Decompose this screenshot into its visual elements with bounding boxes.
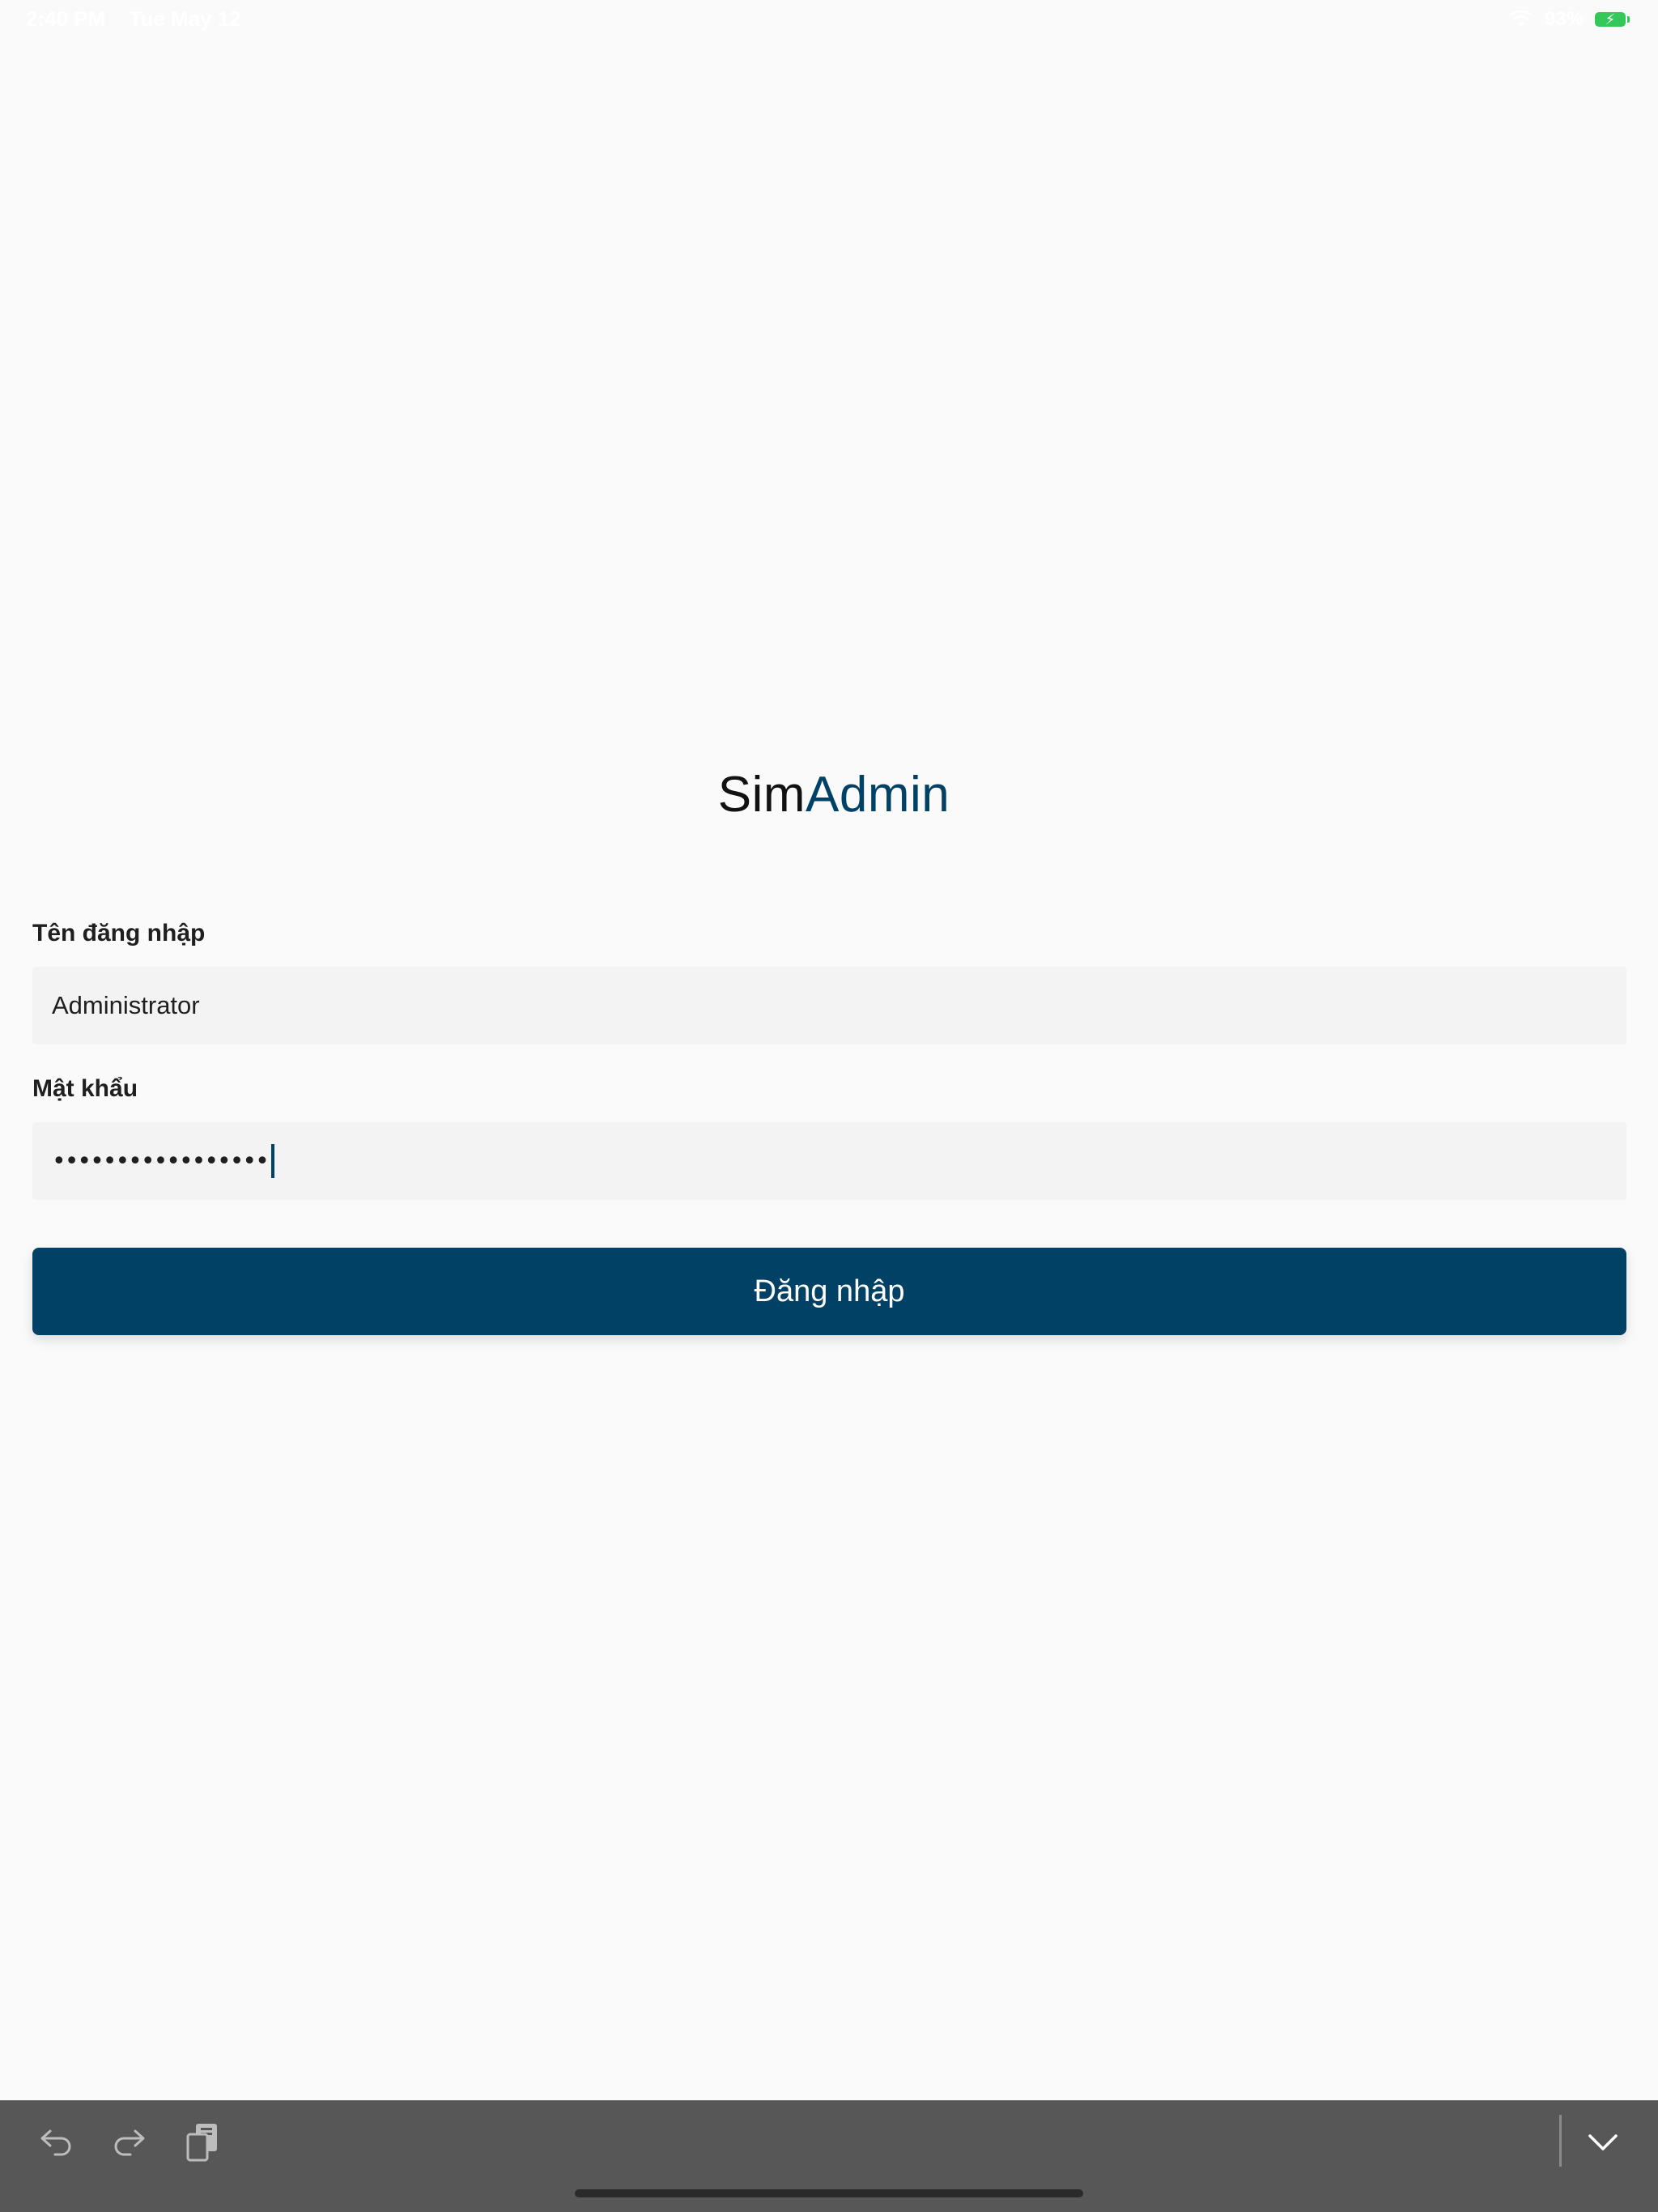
undo-icon: [39, 2126, 74, 2163]
home-indicator[interactable]: [575, 2189, 1083, 2197]
status-bar: 2:40 PM Tue May 12 93% ⚡: [0, 0, 1658, 39]
username-input[interactable]: [52, 991, 1607, 1020]
keyboard-shortcut-bar: [0, 2100, 1658, 2212]
brand-part-sim: Sim: [717, 767, 806, 823]
login-button[interactable]: Đăng nhập: [32, 1248, 1626, 1335]
password-label: Mật khẩu: [32, 1075, 138, 1102]
charging-bolt-icon: ⚡: [1605, 11, 1616, 28]
brand-part-admin: Admin: [806, 767, 950, 823]
dismiss-keyboard-button[interactable]: [1577, 2118, 1629, 2170]
undo-button[interactable]: [31, 2118, 83, 2170]
paste-button[interactable]: [176, 2118, 228, 2170]
redo-icon: [111, 2126, 147, 2163]
status-date: Tue May 12: [129, 6, 241, 31]
app-logo-title: SimAdmin: [0, 766, 1658, 824]
password-input[interactable]: •••••••••••••••••: [52, 1147, 270, 1176]
status-time: 2:40 PM: [26, 6, 106, 31]
status-time-date: 2:40 PM Tue May 12: [26, 6, 259, 32]
status-indicators: 93% ⚡: [1509, 6, 1630, 32]
battery-percent: 93%: [1544, 8, 1584, 30]
wifi-icon: [1509, 11, 1533, 28]
toolbar-divider: [1559, 2115, 1562, 2167]
text-cursor: [270, 1144, 274, 1178]
username-label: Tên đăng nhập: [32, 920, 206, 946]
paste-icon: [185, 2121, 220, 2167]
password-field-container[interactable]: •••••••••••••••••: [32, 1122, 1626, 1200]
battery-charging-icon: ⚡: [1595, 11, 1630, 28]
redo-button[interactable]: [103, 2118, 155, 2170]
username-field-container[interactable]: [32, 967, 1626, 1044]
keyboard-dismiss-icon: [1587, 2133, 1619, 2156]
